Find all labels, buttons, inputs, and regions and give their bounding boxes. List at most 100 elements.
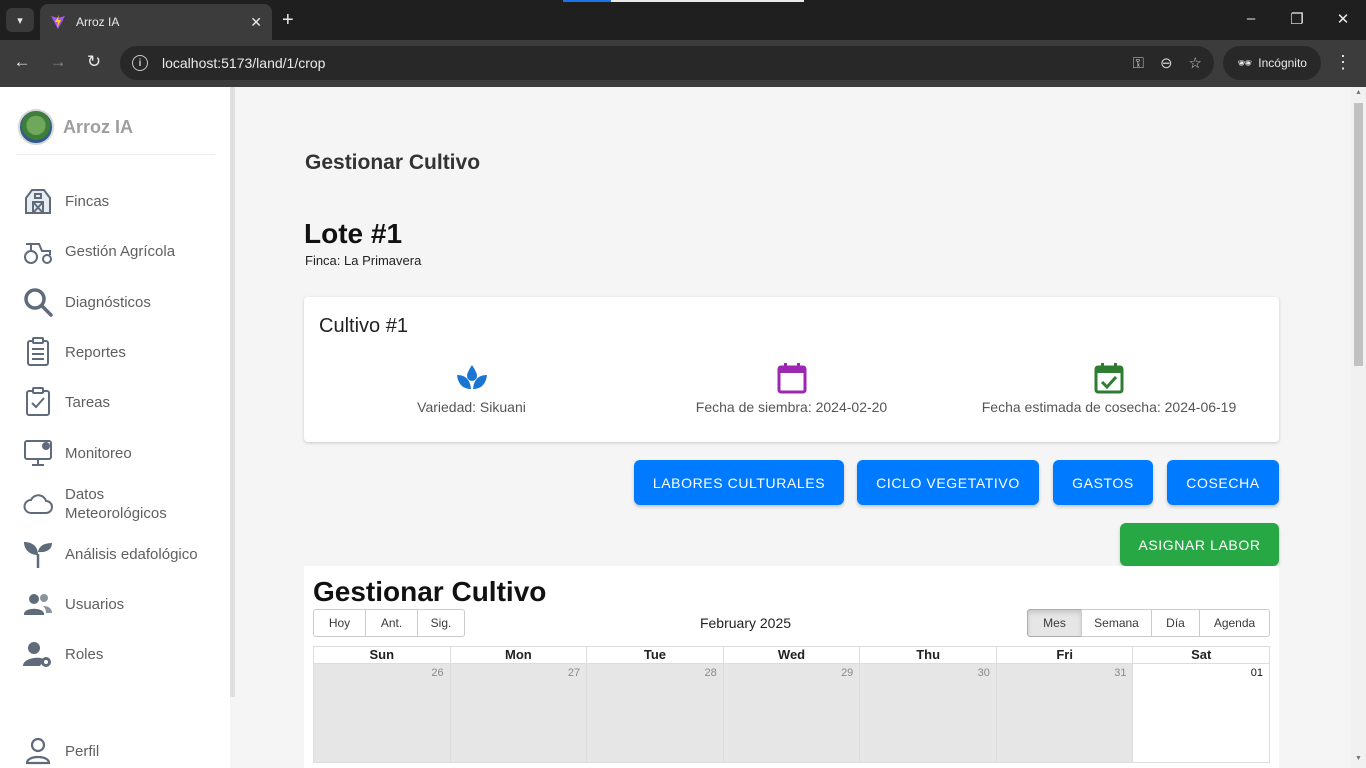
day-cell-off-range[interactable]: 26 bbox=[314, 664, 450, 762]
sidebar-item-datos-meteorologicos[interactable]: Datos Meteorológicos bbox=[22, 485, 185, 523]
sidebar-item-perfil[interactable]: Perfil bbox=[22, 735, 99, 767]
finca-label: Finca: La Primavera bbox=[305, 253, 422, 268]
weekday-label: Tue bbox=[586, 647, 723, 663]
search-icon bbox=[24, 288, 53, 317]
minimize-icon[interactable]: – bbox=[1241, 10, 1261, 27]
day-cell-off-range[interactable]: 29 bbox=[722, 664, 860, 762]
weekday-label: Fri bbox=[995, 647, 1133, 663]
site-info-icon[interactable]: i bbox=[132, 55, 148, 71]
back-arrow-icon[interactable]: ← bbox=[10, 52, 34, 72]
day-cell-off-range[interactable]: 27 bbox=[449, 664, 587, 762]
sidebar-item-gestion-agricola[interactable]: Gestión Agrícola bbox=[22, 235, 175, 267]
barn-icon bbox=[25, 189, 51, 214]
vite-favicon-icon bbox=[51, 15, 65, 29]
sidebar-item-usuarios[interactable]: Usuarios bbox=[22, 588, 124, 620]
page-title: Gestionar Cultivo bbox=[305, 151, 481, 174]
incognito-label: Incógnito bbox=[1258, 56, 1307, 70]
browser-tab[interactable]: Arroz IA ✕ bbox=[40, 4, 272, 40]
browser-toolbar: ← → ↻ i localhost:5173/land/1/crop ⚿ ⊖ ☆… bbox=[0, 40, 1366, 87]
weekday-header: Sun Mon Tue Wed Thu Fri Sat bbox=[314, 647, 1269, 664]
asignar-labor-button[interactable]: ASIGNAR LABOR bbox=[1120, 523, 1279, 566]
crop-card-title: Cultivo #1 bbox=[319, 315, 408, 337]
month-grid: Sun Mon Tue Wed Thu Fri Sat 26 27 28 29 … bbox=[313, 646, 1270, 763]
address-bar[interactable]: i localhost:5173/land/1/crop ⚿ ⊖ ☆ bbox=[120, 46, 1214, 80]
ciclo-vegetativo-button[interactable]: CICLO VEGETATIVO bbox=[857, 460, 1039, 505]
lote-title: Lote #1 bbox=[304, 218, 403, 249]
page-scrollbar[interactable]: ▲ ▼ bbox=[1351, 87, 1366, 768]
weekday-label: Thu bbox=[859, 647, 996, 663]
calendar-check-icon bbox=[1094, 363, 1124, 394]
sidebar-item-reportes[interactable]: Reportes bbox=[22, 336, 126, 368]
users-icon bbox=[24, 594, 52, 615]
sidebar-item-label: Gestión Agrícola bbox=[65, 242, 176, 260]
sowing-info: Fecha de siembra: 2024-02-20 bbox=[684, 361, 899, 415]
sidebar-item-diagnosticos[interactable]: Diagnósticos bbox=[22, 286, 151, 318]
view-agenda-button[interactable]: Agenda bbox=[1199, 609, 1270, 637]
harvest-info: Fecha estimada de cosecha: 2024-06-19 bbox=[974, 361, 1244, 415]
restore-icon[interactable]: ❐ bbox=[1287, 10, 1307, 28]
sowing-date-text: Fecha de siembra: 2024-02-20 bbox=[695, 399, 888, 415]
sidebar-item-label: Perfil bbox=[65, 742, 100, 760]
forward-arrow-icon[interactable]: → bbox=[46, 52, 70, 72]
incognito-button[interactable]: 🕶 Incógnito bbox=[1223, 46, 1321, 80]
browser-menu-icon[interactable]: ⋮ bbox=[1334, 52, 1352, 73]
view-day-button[interactable]: Día bbox=[1151, 609, 1200, 637]
labores-culturales-button[interactable]: LABORES CULTURALES bbox=[634, 460, 844, 505]
weekday-label: Sun bbox=[369, 647, 395, 662]
url-text[interactable]: localhost:5173/land/1/crop bbox=[162, 55, 1117, 71]
sidebar-item-label: Monitoreo bbox=[65, 444, 132, 462]
scroll-down-icon[interactable]: ▼ bbox=[1354, 755, 1363, 762]
brand[interactable]: Arroz IA bbox=[18, 109, 133, 145]
day-cell-off-range[interactable]: 28 bbox=[586, 664, 723, 762]
scroll-thumb[interactable] bbox=[1354, 103, 1363, 366]
sidebar-item-label: Datos Meteorológicos bbox=[65, 486, 167, 522]
seedling-drop-icon bbox=[456, 365, 487, 389]
sidebar-item-label: Diagnósticos bbox=[65, 293, 151, 311]
weekday-label: Sat bbox=[1132, 647, 1269, 663]
view-month-button[interactable]: Mes bbox=[1027, 609, 1082, 637]
view-week-button[interactable]: Semana bbox=[1081, 609, 1152, 637]
gastos-button[interactable]: GASTOS bbox=[1053, 460, 1153, 505]
sidebar-item-tareas[interactable]: Tareas bbox=[22, 386, 110, 418]
day-cell-off-range[interactable]: 31 bbox=[995, 664, 1133, 762]
calendar-title: Gestionar Cultivo bbox=[313, 576, 547, 607]
variety-text: Variedad: Sikuani bbox=[417, 399, 526, 415]
monitor-icon bbox=[24, 440, 52, 466]
calendar: Gestionar Cultivo Hoy Ant. Sig. February… bbox=[304, 566, 1279, 768]
sidebar-item-monitoreo[interactable]: Monitoreo bbox=[22, 437, 132, 469]
key-icon[interactable]: ⚿ bbox=[1133, 55, 1144, 72]
scroll-up-icon[interactable]: ▲ bbox=[1354, 89, 1363, 96]
sidebar-item-label: Tareas bbox=[65, 393, 111, 411]
zoom-icon[interactable]: ⊖ bbox=[1160, 54, 1173, 72]
variety-info: Variedad: Sikuani bbox=[414, 361, 529, 415]
day-cell[interactable]: 01 bbox=[1132, 664, 1270, 762]
tab-search-button[interactable]: ▾ bbox=[6, 8, 34, 32]
cloud-icon bbox=[23, 494, 53, 514]
bookmark-star-icon[interactable]: ☆ bbox=[1189, 54, 1202, 72]
main-content: Gestionar Cultivo Lote #1 Finca: La Prim… bbox=[235, 87, 1351, 768]
day-cell-off-range[interactable]: 30 bbox=[859, 664, 996, 762]
browser-tab-strip: ▾ Arroz IA ✕ + – ❐ ✕ bbox=[0, 0, 1366, 40]
sidebar-item-fincas[interactable]: Fincas bbox=[22, 185, 109, 217]
harvest-date-text: Fecha estimada de cosecha: 2024-06-19 bbox=[981, 399, 1237, 415]
window-close-icon[interactable]: ✕ bbox=[1333, 10, 1353, 28]
profile-icon bbox=[25, 737, 51, 765]
new-tab-icon[interactable]: + bbox=[282, 8, 294, 32]
sidebar-item-roles[interactable]: Roles bbox=[22, 638, 103, 670]
app-logo bbox=[18, 109, 54, 145]
weekday-label: Mon bbox=[449, 647, 587, 663]
tractor-icon bbox=[24, 243, 52, 264]
task-check-icon bbox=[26, 387, 50, 416]
divider bbox=[16, 154, 215, 155]
sidebar-item-analisis-edafologico[interactable]: Análisis edafológico bbox=[22, 538, 198, 570]
sidebar-item-label: Análisis edafológico bbox=[65, 545, 198, 563]
loading-indicator bbox=[563, 0, 804, 2]
crop-card: Cultivo #1 Variedad: Sikuani Fecha de si… bbox=[304, 297, 1279, 442]
cosecha-button[interactable]: COSECHA bbox=[1167, 460, 1279, 505]
reload-icon[interactable]: ↻ bbox=[82, 52, 106, 72]
sidebar-item-label: Usuarios bbox=[65, 595, 125, 613]
calendar-view-group: Mes Semana Día Agenda bbox=[1027, 609, 1270, 637]
tab-close-icon[interactable]: ✕ bbox=[250, 14, 262, 31]
sidebar-item-label: Roles bbox=[65, 645, 104, 663]
incognito-icon: 🕶 bbox=[1237, 56, 1253, 70]
